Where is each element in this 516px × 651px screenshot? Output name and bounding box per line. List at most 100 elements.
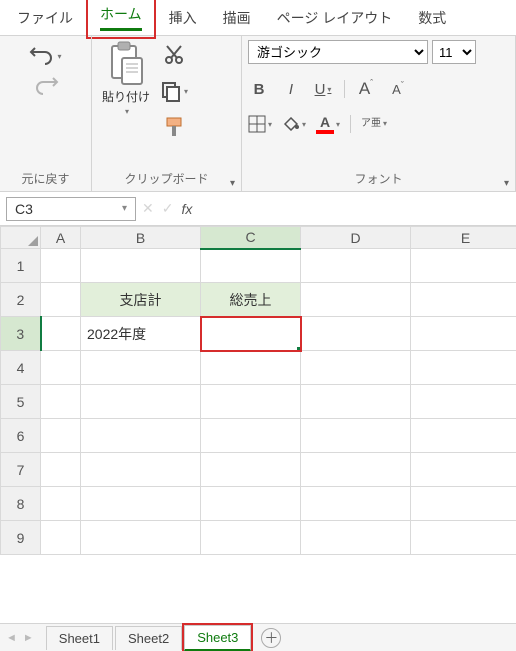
fill-color-button[interactable]: ▾ bbox=[282, 117, 306, 131]
cell[interactable] bbox=[41, 521, 81, 555]
cell[interactable] bbox=[81, 419, 201, 453]
confirm-formula-button[interactable]: ✓ bbox=[162, 200, 174, 217]
cell[interactable] bbox=[411, 249, 516, 283]
cell[interactable] bbox=[411, 317, 516, 351]
undo-button[interactable]: ▾ bbox=[29, 46, 61, 66]
format-painter-button[interactable] bbox=[163, 116, 185, 138]
cell[interactable] bbox=[81, 453, 201, 487]
column-header-e[interactable]: E bbox=[411, 227, 516, 249]
phonetic-button[interactable]: ア亜▾ bbox=[361, 119, 387, 129]
italic-button[interactable]: I bbox=[280, 78, 302, 100]
cell[interactable] bbox=[301, 453, 411, 487]
row-header-5[interactable]: 5 bbox=[1, 385, 41, 419]
bucket-icon bbox=[282, 117, 300, 131]
cancel-formula-button[interactable]: ✕ bbox=[142, 200, 154, 217]
cell[interactable] bbox=[301, 317, 411, 351]
cut-button[interactable] bbox=[163, 44, 185, 66]
cell[interactable] bbox=[41, 351, 81, 385]
cell[interactable] bbox=[81, 351, 201, 385]
cell[interactable] bbox=[411, 521, 516, 555]
cell[interactable] bbox=[81, 249, 201, 283]
menu-tab-file[interactable]: ファイル bbox=[4, 1, 86, 35]
cell[interactable] bbox=[411, 385, 516, 419]
shrink-font-button[interactable]: Aˇ bbox=[387, 78, 409, 100]
cell[interactable] bbox=[201, 453, 301, 487]
row-header-1[interactable]: 1 bbox=[1, 249, 41, 283]
cell[interactable] bbox=[411, 283, 516, 317]
dialog-launcher-icon[interactable]: ▾ bbox=[230, 178, 235, 189]
cell-selected[interactable] bbox=[201, 317, 301, 351]
underline-button[interactable]: U▾ bbox=[312, 78, 334, 100]
row-header-7[interactable]: 7 bbox=[1, 453, 41, 487]
cell[interactable] bbox=[301, 521, 411, 555]
cell[interactable] bbox=[411, 419, 516, 453]
row-header-3[interactable]: 3 bbox=[1, 317, 41, 351]
add-sheet-button[interactable]: ＋ bbox=[261, 628, 281, 648]
copy-button[interactable]: ▾ bbox=[160, 80, 188, 102]
cell[interactable] bbox=[411, 453, 516, 487]
sheet-nav-next[interactable]: ► bbox=[23, 632, 34, 644]
cell[interactable] bbox=[201, 385, 301, 419]
cell[interactable] bbox=[201, 487, 301, 521]
sheet-tab-bar: ◄ ► Sheet1 Sheet2 Sheet3 ＋ bbox=[0, 623, 516, 651]
cell[interactable] bbox=[81, 521, 201, 555]
cell[interactable] bbox=[201, 521, 301, 555]
cell[interactable] bbox=[41, 453, 81, 487]
menu-tab-draw[interactable]: 描画 bbox=[210, 1, 264, 35]
cell[interactable] bbox=[411, 487, 516, 521]
font-name-select[interactable]: 游ゴシック bbox=[248, 40, 428, 64]
sheet-nav-prev[interactable]: ◄ bbox=[6, 632, 17, 644]
cell[interactable] bbox=[301, 419, 411, 453]
cell[interactable] bbox=[201, 351, 301, 385]
cell[interactable] bbox=[201, 249, 301, 283]
cell[interactable]: 総売上 bbox=[201, 283, 301, 317]
cell[interactable] bbox=[201, 419, 301, 453]
select-all-corner[interactable] bbox=[1, 227, 41, 249]
menu-tab-insert[interactable]: 挿入 bbox=[156, 1, 210, 35]
cell[interactable] bbox=[41, 487, 81, 521]
row-header-9[interactable]: 9 bbox=[1, 521, 41, 555]
formula-input[interactable] bbox=[198, 197, 516, 221]
cell[interactable] bbox=[41, 283, 81, 317]
grow-font-button[interactable]: Aˆ bbox=[355, 78, 377, 100]
column-header-a[interactable]: A bbox=[41, 227, 81, 249]
row-header-6[interactable]: 6 bbox=[1, 419, 41, 453]
cell[interactable] bbox=[81, 385, 201, 419]
cell[interactable] bbox=[411, 351, 516, 385]
font-color-button[interactable]: A ▾ bbox=[316, 114, 340, 134]
bold-button[interactable]: B bbox=[248, 78, 270, 100]
menu-tab-formulas[interactable]: 数式 bbox=[405, 1, 459, 35]
borders-button[interactable]: ▾ bbox=[248, 115, 272, 133]
chevron-down-icon: ▾ bbox=[336, 120, 340, 129]
column-header-b[interactable]: B bbox=[81, 227, 201, 249]
column-header-d[interactable]: D bbox=[301, 227, 411, 249]
menu-tab-pagelayout[interactable]: ページ レイアウト bbox=[264, 1, 406, 35]
row-header-4[interactable]: 4 bbox=[1, 351, 41, 385]
cell[interactable] bbox=[301, 385, 411, 419]
cell[interactable] bbox=[41, 249, 81, 283]
menu-tab-home[interactable]: ホーム bbox=[86, 0, 156, 39]
cell[interactable] bbox=[301, 283, 411, 317]
paste-button[interactable]: 貼り付け ▾ bbox=[98, 40, 154, 116]
redo-button[interactable] bbox=[33, 76, 59, 96]
row-header-2[interactable]: 2 bbox=[1, 283, 41, 317]
sheet-tab-2[interactable]: Sheet2 bbox=[115, 626, 182, 650]
cell[interactable] bbox=[301, 487, 411, 521]
cell[interactable]: 支店計 bbox=[81, 283, 201, 317]
column-header-c[interactable]: C bbox=[201, 227, 301, 249]
cell[interactable]: 2022年度 bbox=[81, 317, 201, 351]
row-header-8[interactable]: 8 bbox=[1, 487, 41, 521]
cell[interactable] bbox=[301, 249, 411, 283]
cell[interactable] bbox=[81, 487, 201, 521]
fx-icon[interactable]: fx bbox=[181, 201, 192, 217]
menu-tab-label: 数式 bbox=[418, 10, 446, 26]
cell[interactable] bbox=[41, 385, 81, 419]
font-size-select[interactable]: 11 bbox=[432, 40, 476, 64]
sheet-tab-3[interactable]: Sheet3 bbox=[184, 625, 251, 651]
cell[interactable] bbox=[41, 419, 81, 453]
sheet-tab-1[interactable]: Sheet1 bbox=[46, 626, 113, 650]
dialog-launcher-icon[interactable]: ▾ bbox=[504, 178, 509, 189]
cell[interactable] bbox=[301, 351, 411, 385]
cell[interactable] bbox=[41, 317, 81, 351]
name-box[interactable]: C3 ▾ bbox=[6, 197, 136, 221]
